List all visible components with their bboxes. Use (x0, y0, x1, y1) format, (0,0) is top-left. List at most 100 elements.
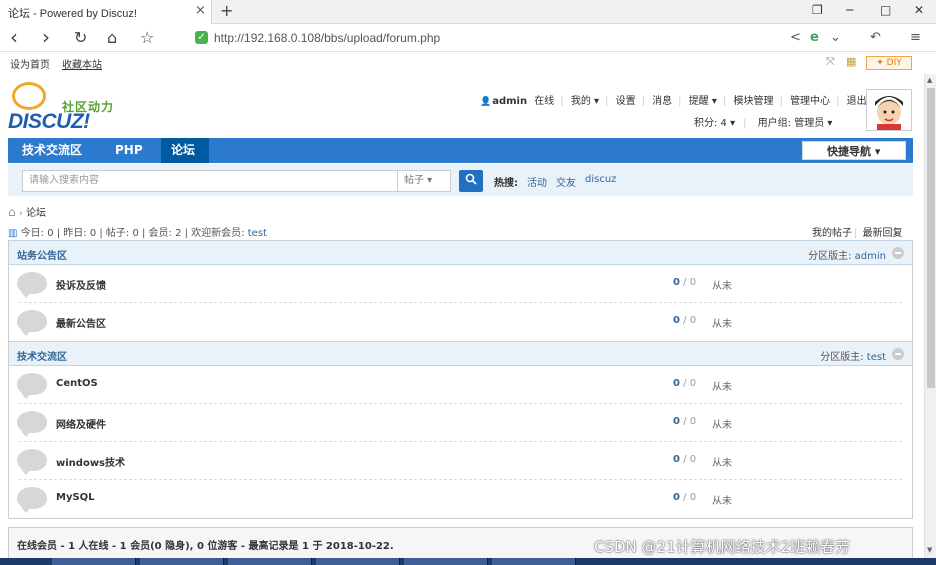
breadcrumb-current[interactable]: 论坛 (26, 208, 46, 219)
restore-icon[interactable]: ❐ (812, 3, 823, 17)
avatar[interactable] (866, 89, 912, 131)
home-icon[interactable]: ⌂ (8, 205, 16, 219)
collapse-icon[interactable] (892, 348, 904, 360)
user-menu: 👤admin 在线 | 我的 ▾ | 设置 | 消息 | 提醒 ▾ | 模块管理 | 管理中… (480, 96, 867, 107)
status-online[interactable]: 在线 (534, 96, 554, 107)
taskbar-item[interactable] (52, 558, 136, 565)
diy-button[interactable]: ✦ DIY (866, 56, 912, 70)
forum-name[interactable]: CentOS (56, 378, 98, 389)
undo-icon[interactable]: ↶ (870, 30, 881, 45)
menu-icon[interactable]: ≡ (910, 30, 921, 45)
address-bar[interactable]: http://192.168.0.108/bbs/upload/forum.ph… (214, 31, 440, 45)
stats-text: 今日: 0 | 昨日: 0 | 帖子: 0 | 会员: 2 | 欢迎新会员: (20, 228, 245, 239)
scroll-thumb[interactable] (927, 88, 935, 388)
collapse-icon[interactable] (892, 247, 904, 259)
forum-name[interactable]: 最新公告区 (56, 315, 106, 330)
browser-title-bar: 论坛 - Powered by Discuz! × + ❐ ─ □ ✕ (0, 0, 936, 24)
reload-icon[interactable]: ↻ (74, 28, 87, 47)
forum-name[interactable]: MySQL (56, 492, 95, 503)
credits-menu[interactable]: 积分: 4 ▾ (694, 118, 735, 129)
category-header: 站务公告区 分区版主: admin (9, 241, 912, 265)
messages-link[interactable]: 消息 (652, 96, 672, 107)
scroll-up-icon[interactable]: ▲ (927, 76, 932, 84)
maximize-icon[interactable]: □ (880, 3, 891, 17)
forum-name[interactable]: 网络及硬件 (56, 416, 106, 431)
chevron-down-icon[interactable]: ⌄ (830, 30, 841, 45)
forum-bubble-icon (17, 411, 47, 437)
home-icon[interactable]: ⌂ (107, 28, 117, 47)
notifications-menu[interactable]: 提醒 ▾ (689, 96, 717, 107)
search-input[interactable]: 请输入搜索内容 (22, 170, 398, 192)
browser-logo-icon[interactable]: e (810, 30, 819, 45)
online-text: 在线会员 - 1 人在线 - 1 会员(0 隐身), 0 位游客 - 最高记录是… (17, 541, 394, 552)
nav-tab-forum[interactable]: 论坛 (171, 138, 195, 163)
module-admin-link[interactable]: 模块管理 (734, 96, 774, 107)
logout-link[interactable]: 退出 (847, 96, 867, 107)
forum-last-post: 从未 (712, 458, 732, 469)
scrollbar[interactable]: ▲ ▼ (924, 74, 936, 558)
taskbar-item[interactable] (228, 558, 312, 565)
nav-tab-tech[interactable]: 技术交流区 (22, 138, 82, 163)
tab-close-icon[interactable]: × (195, 3, 206, 18)
forum-count: 0 / 0 (673, 454, 697, 465)
category-moderator: 分区版主: test (820, 352, 886, 363)
forum-last-post: 从未 (712, 382, 732, 393)
search-type-select[interactable]: 帖子 ▾ (397, 170, 451, 192)
settings-link[interactable]: 设置 (616, 96, 636, 107)
forum-last-post: 从未 (712, 281, 732, 292)
forum-name[interactable]: 投诉及反馈 (56, 277, 106, 292)
category-title[interactable]: 站务公告区 (17, 247, 67, 262)
search-bar: 请输入搜索内容 帖子 ▾ 热搜: 活动 交友 discuz (8, 164, 913, 196)
tab-title: 论坛 - Powered by Discuz! (8, 8, 137, 20)
forum-row: 最新公告区 0 / 0 从未 (17, 303, 902, 341)
bookmark-link[interactable]: 收藏本站 (62, 56, 102, 71)
breadcrumb: ⌂ › 论坛 (8, 204, 46, 219)
taskbar (0, 558, 936, 565)
moderator-link[interactable]: test (867, 352, 886, 363)
hot-item[interactable]: 交友 (556, 174, 576, 189)
search-button[interactable] (459, 170, 483, 192)
taskbar-item[interactable] (140, 558, 224, 565)
favorite-star-icon[interactable]: ☆ (140, 28, 154, 47)
taskbar-item[interactable] (492, 558, 576, 565)
zoom-icon[interactable]: ⤧ (826, 55, 835, 69)
category-header: 技术交流区 分区版主: test (9, 342, 912, 366)
palette-icon[interactable]: ▦ (846, 55, 856, 68)
stats-icon: ▥ (8, 228, 18, 239)
taskbar-item[interactable] (316, 558, 400, 565)
my-posts-link[interactable]: 我的帖子 (812, 228, 852, 239)
forum-row: windows技术 0 / 0 从未 (17, 442, 902, 480)
breadcrumb-arrow: › (18, 208, 23, 219)
set-home-link[interactable]: 设为首页 (10, 56, 50, 71)
admin-center-link[interactable]: 管理中心 (790, 96, 830, 107)
usergroup-menu[interactable]: 用户组: 管理员 ▾ (758, 118, 833, 129)
latest-replies-link[interactable]: 最新回复 (863, 228, 903, 239)
close-icon[interactable]: ✕ (914, 3, 924, 17)
stats-links: 我的帖子 | 最新回复 (812, 228, 903, 239)
browser-tab[interactable]: 论坛 - Powered by Discuz! × (0, 0, 212, 24)
new-tab-icon[interactable]: + (220, 1, 233, 20)
forum-count: 0 / 0 (673, 416, 697, 427)
forum-name[interactable]: windows技术 (56, 454, 125, 469)
username-link[interactable]: admin (492, 96, 527, 107)
hot-search-label: 热搜: (494, 178, 518, 189)
share-icon[interactable]: < (790, 30, 801, 45)
nav-tab-php[interactable]: PHP (115, 138, 143, 163)
quick-nav-button[interactable]: 快捷导航 ▾ (802, 141, 906, 160)
forward-icon[interactable]: › (42, 25, 50, 49)
scroll-down-icon[interactable]: ▼ (927, 546, 932, 554)
hot-item[interactable]: 活动 (527, 174, 547, 189)
forum-page: 社区动力 DISCUZ! 👤admin 在线 | 我的 ▾ | 设置 | 消息 | 提醒… (0, 74, 924, 558)
category-title[interactable]: 技术交流区 (17, 348, 67, 363)
minimize-icon[interactable]: ─ (846, 3, 853, 17)
back-icon[interactable]: ‹ (10, 25, 18, 49)
category-tech: 技术交流区 分区版主: test CentOS 0 / 0 从未 网络及硬件 0… (8, 341, 913, 519)
forum-bubble-icon (17, 373, 47, 399)
my-menu[interactable]: 我的 ▾ (571, 96, 599, 107)
site-logo[interactable]: DISCUZ! (8, 110, 90, 134)
hot-item[interactable]: discuz (585, 174, 616, 185)
forum-stats: ▥ 今日: 0 | 昨日: 0 | 帖子: 0 | 会员: 2 | 欢迎新会员:… (8, 224, 267, 239)
taskbar-item[interactable] (404, 558, 488, 565)
moderator-link[interactable]: admin (855, 251, 886, 262)
new-member-link[interactable]: test (248, 228, 267, 239)
